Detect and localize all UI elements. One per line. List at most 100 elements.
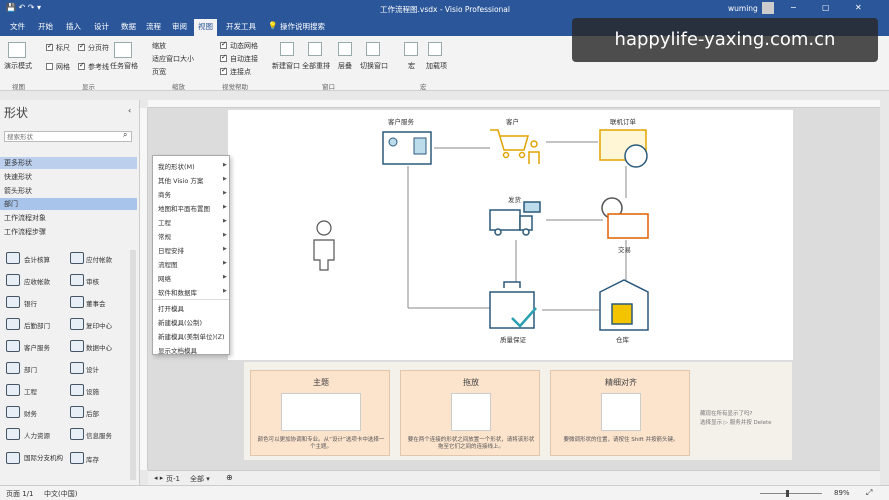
menu-item-my-shapes[interactable]: 我的形状(M) [158, 161, 195, 171]
hr-icon[interactable] [6, 428, 20, 440]
workflow-objects-item[interactable]: 工作流程对象 [4, 213, 46, 223]
shape-facilities[interactable]: 设施 [86, 386, 99, 396]
minimize-button[interactable]: − [790, 3, 797, 12]
menu-item-business[interactable]: 商务 [158, 189, 171, 199]
tab-file[interactable]: 文件 [10, 21, 25, 32]
macros-button[interactable]: 宏 [408, 61, 415, 71]
tip-card-theme[interactable]: 主题 颜色可以更加协调和专业。从“设计”选项卡中选择一个主题。 [250, 370, 390, 456]
receivables-icon[interactable] [6, 274, 20, 286]
shape-department[interactable]: 部门 [24, 364, 37, 374]
arrow-shapes-item[interactable]: 箭头形状 [4, 186, 32, 196]
close-button[interactable]: ✕ [855, 3, 862, 12]
dynamic-grid-checkbox[interactable] [220, 40, 227, 49]
tell-me-search[interactable]: 操作说明搜索 [280, 21, 325, 32]
collapse-pane-icon[interactable]: ‹ [128, 106, 131, 115]
menu-item-new-stencil-us[interactable]: 新建模具(美制单位)(Z) [158, 331, 225, 341]
intl-branch-icon[interactable] [6, 452, 20, 464]
cascade-icon[interactable] [338, 42, 352, 56]
presentation-mode-button[interactable]: 演示模式 [4, 61, 32, 71]
tip-card-nudge[interactable]: 精细对齐 要微调形状的位置，请按住 Shift 并按箭头键。 [550, 370, 690, 456]
accounting-icon[interactable] [6, 252, 20, 264]
shape-inventory[interactable]: 库存 [86, 454, 99, 464]
maximize-button[interactable]: ▢ [822, 3, 830, 12]
vertical-ruler[interactable] [140, 108, 148, 470]
shape-design[interactable]: 设计 [86, 364, 99, 374]
task-panes-button[interactable]: 任务窗格 [110, 61, 138, 71]
macros-icon[interactable] [404, 42, 418, 56]
autoconnect-checkbox[interactable] [220, 53, 227, 62]
zoom-level[interactable]: 89% [834, 489, 850, 497]
logistics-icon[interactable] [70, 406, 84, 418]
tab-developer[interactable]: 开发工具 [226, 21, 256, 32]
payables-icon[interactable] [70, 252, 84, 264]
ruler-checkbox[interactable] [46, 42, 53, 51]
copy-center-icon[interactable] [70, 318, 84, 330]
menu-item-document-stencil[interactable]: 显示文档模具 [158, 345, 197, 355]
tab-home[interactable]: 开始 [38, 21, 53, 32]
shape-intl-branch[interactable]: 国际分支机构 [24, 454, 64, 462]
tab-review[interactable]: 审阅 [172, 21, 187, 32]
shape-back-office[interactable]: 后勤部门 [24, 320, 50, 330]
finance-icon[interactable] [6, 406, 20, 418]
menu-item-schedule[interactable]: 日程安排 [158, 245, 184, 255]
shape-accounting[interactable]: 会计核算 [24, 254, 50, 264]
departments-item[interactable]: 部门 [4, 199, 18, 209]
user-name[interactable]: wuming [728, 4, 758, 13]
zoom-button[interactable]: 缩放 [152, 41, 166, 51]
facilities-icon[interactable] [70, 384, 84, 396]
grid-checkbox[interactable] [46, 63, 53, 70]
switch-window-button[interactable]: 切换窗口 [360, 61, 388, 71]
quick-shapes-item[interactable]: 快速形状 [4, 172, 32, 182]
menu-item-flowchart[interactable]: 流程图 [158, 259, 178, 269]
shape-bank[interactable]: 银行 [24, 298, 37, 308]
shapes-scrollbar[interactable] [130, 250, 136, 480]
tab-data[interactable]: 数据 [121, 21, 136, 32]
menu-item-general[interactable]: 常规 [158, 231, 171, 241]
tab-design[interactable]: 设计 [94, 21, 109, 32]
design-icon[interactable] [70, 362, 84, 374]
language-indicator[interactable]: 中文(中国) [44, 489, 77, 499]
board-icon[interactable] [70, 296, 84, 308]
avatar[interactable] [762, 2, 774, 14]
tab-process[interactable]: 流程 [146, 21, 161, 32]
shape-customer-service[interactable]: 客户服务 [24, 342, 50, 352]
engineering-icon[interactable] [6, 384, 20, 396]
add-ins-icon[interactable] [428, 42, 442, 56]
new-window-icon[interactable] [280, 42, 294, 56]
inventory-icon[interactable] [70, 452, 84, 464]
shape-board[interactable]: 董事会 [86, 298, 106, 308]
presentation-mode-icon[interactable] [8, 42, 26, 58]
quick-access-toolbar[interactable]: 💾 ↶ ↷ ▾ [6, 3, 41, 12]
fit-page-icon[interactable]: ⤢ [866, 488, 872, 498]
search-icon[interactable]: ⌕ [123, 130, 127, 140]
menu-item-network[interactable]: 网络 [158, 273, 171, 283]
data-center-icon[interactable] [70, 340, 84, 352]
page-number-indicator[interactable]: 页面 1/1 [6, 489, 34, 499]
arrange-all-button[interactable]: 全部重排 [302, 61, 330, 71]
bank-icon[interactable] [6, 296, 20, 308]
shape-info-services[interactable]: 信息服务 [86, 430, 112, 440]
info-services-icon[interactable] [70, 428, 84, 440]
shape-logistics[interactable]: 后部 [86, 408, 99, 418]
drawing-page[interactable]: 客户服务 客户 联机订单 发货 交易 质量保证 仓库 [228, 110, 793, 360]
back-office-icon[interactable] [6, 318, 20, 330]
menu-item-other-solutions[interactable]: 其他 Visio 方案 [158, 175, 203, 185]
shape-hr[interactable]: 人力资源 [24, 430, 50, 440]
shape-data-center[interactable]: 数据中心 [86, 342, 112, 352]
shape-payables[interactable]: 应付帐款 [86, 254, 112, 264]
more-shapes-item[interactable]: 更多形状 [4, 158, 32, 168]
search-shapes-input[interactable] [4, 131, 132, 142]
task-panes-icon[interactable] [114, 42, 132, 58]
shape-receivables[interactable]: 应收帐款 [24, 276, 50, 286]
tab-all-pages[interactable]: 全部 ▾ [190, 474, 210, 484]
new-window-button[interactable]: 新建窗口 [272, 61, 300, 71]
menu-item-engineering[interactable]: 工程 [158, 217, 171, 227]
horizontal-ruler[interactable] [148, 100, 880, 108]
tab-view[interactable]: 视图 [194, 19, 217, 36]
page-width-button[interactable]: 页宽 [152, 67, 166, 77]
menu-item-open-stencil[interactable]: 打开模具 [158, 303, 184, 313]
add-page-button[interactable]: ⊕ [226, 473, 233, 482]
cascade-button[interactable]: 层叠 [338, 61, 352, 71]
zoom-slider[interactable] [760, 493, 822, 494]
switch-window-icon[interactable] [366, 42, 380, 56]
